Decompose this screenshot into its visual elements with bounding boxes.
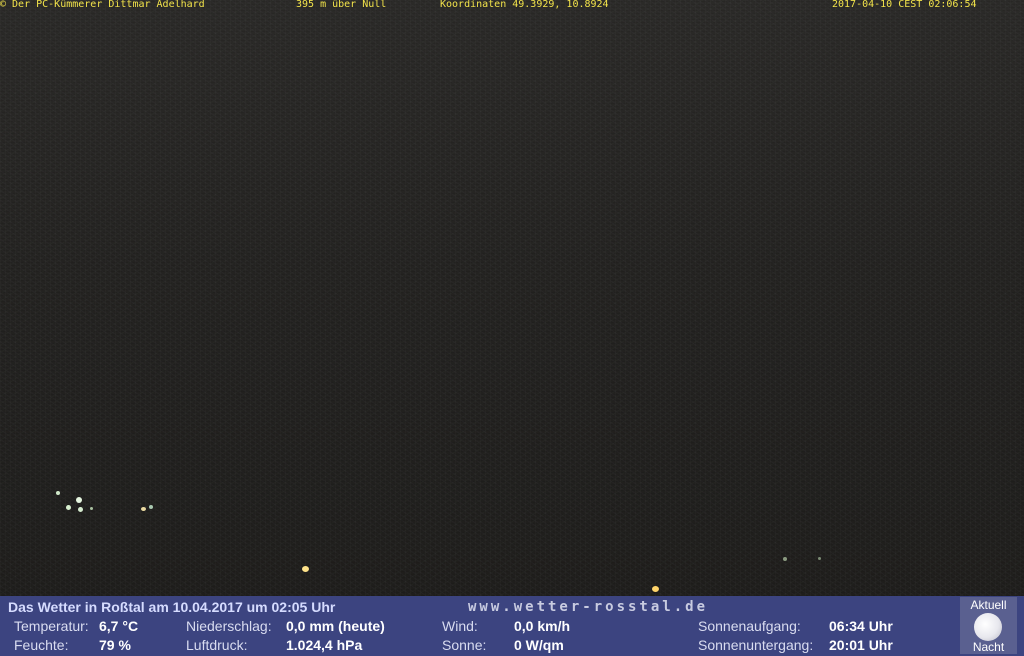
webcam-info-bar: © Der PC-Kümmerer Dittmar Adelhard 395 m… bbox=[0, 0, 1024, 10]
sunrise-label: Sonnenaufgang: bbox=[698, 618, 801, 634]
light-point bbox=[783, 557, 787, 561]
altitude-text: 395 m über Null bbox=[296, 0, 387, 10]
copyright-text: © Der PC-Kümmerer Dittmar Adelhard bbox=[0, 0, 205, 10]
sunrise-value: 06:34 Uhr bbox=[829, 618, 893, 634]
temperature-value: 6,7 °C bbox=[99, 618, 139, 634]
weather-panel: Das Wetter in Roßtal am 10.04.2017 um 02… bbox=[0, 596, 1024, 656]
website-text: www.wetter-rosstal.de bbox=[468, 599, 709, 615]
pressure-label: Luftdruck: bbox=[186, 637, 248, 653]
temperature-label: Temperatur: bbox=[14, 618, 89, 634]
sun-label: Sonne: bbox=[442, 637, 487, 653]
light-point bbox=[818, 557, 821, 560]
sunset-label: Sonnenuntergang: bbox=[698, 637, 814, 653]
sun-value: 0 W/qm bbox=[514, 637, 564, 653]
image-noise bbox=[0, 0, 1024, 596]
light-point bbox=[76, 497, 82, 503]
weather-title: Das Wetter in Roßtal am 10.04.2017 um 02… bbox=[8, 599, 336, 615]
wind-label: Wind: bbox=[442, 618, 478, 634]
light-point bbox=[141, 507, 146, 511]
moon-top-label: Aktuell bbox=[970, 598, 1007, 612]
full-moon-icon bbox=[974, 613, 1002, 641]
light-point bbox=[302, 566, 309, 572]
light-point bbox=[56, 491, 60, 495]
light-point bbox=[66, 505, 71, 510]
moon-bottom-label: Nacht bbox=[972, 640, 1005, 654]
light-point bbox=[652, 586, 659, 592]
precipitation-label: Niederschlag: bbox=[186, 618, 272, 634]
coordinates-text: Koordinaten 49.3929, 10.8924 bbox=[440, 0, 609, 10]
light-point bbox=[90, 507, 93, 510]
sunset-value: 20:01 Uhr bbox=[829, 637, 893, 653]
pressure-value: 1.024,4 hPa bbox=[286, 637, 363, 653]
light-point bbox=[149, 505, 153, 509]
wind-value: 0,0 km/h bbox=[514, 618, 571, 634]
precipitation-value: 0,0 mm (heute) bbox=[286, 618, 385, 634]
humidity-value: 79 % bbox=[99, 637, 131, 653]
light-point bbox=[78, 507, 83, 512]
timestamp-text: 2017-04-10 CEST 02:06:54 bbox=[832, 0, 977, 10]
moon-phase-box: Aktuell Nacht bbox=[960, 597, 1017, 654]
humidity-label: Feuchte: bbox=[14, 637, 69, 653]
